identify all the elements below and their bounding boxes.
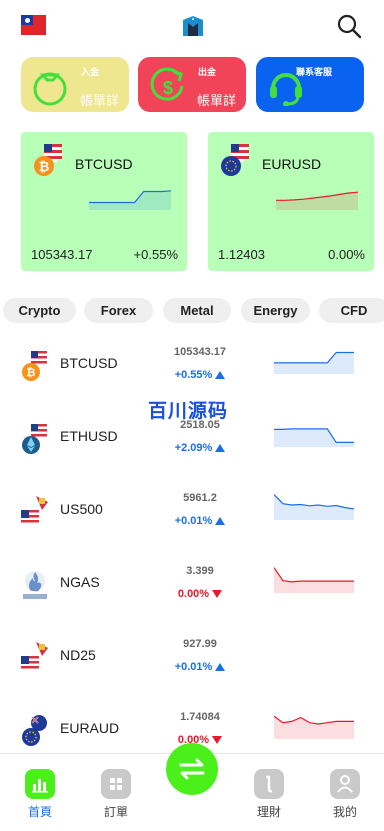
- finance-icon: [254, 769, 284, 799]
- up-triangle-icon: [215, 663, 226, 672]
- svg-text:₿: ₿: [27, 367, 36, 379]
- market-sparkline: [274, 351, 354, 374]
- deposit-subtitle: 帳單詳情: [80, 93, 120, 108]
- btc-usd-icon: ₿: [22, 350, 47, 381]
- up-triangle-icon: [215, 517, 226, 526]
- btc-usd-icon: ₿: [34, 144, 62, 176]
- featured-card-eurusd[interactable]: EURUSD 1.12403 0.00%: [208, 132, 374, 271]
- featured-change: +0.55%: [133, 247, 178, 262]
- market-change: +0.01%: [150, 661, 250, 673]
- customer-service-card[interactable]: 聯系客服: [256, 57, 364, 112]
- nav-home[interactable]: 首頁: [20, 769, 60, 820]
- market-symbol: BTCUSD: [60, 355, 118, 371]
- market-symbol: ND25: [60, 647, 96, 663]
- market-change: +0.55%: [150, 369, 250, 381]
- sparkline-area: [274, 428, 354, 447]
- sparkline-area: [89, 190, 171, 210]
- withdraw-dollar-icon: $: [150, 67, 184, 101]
- watermark-text: 百川源码: [148, 401, 229, 422]
- nav-profile[interactable]: 我的: [325, 769, 365, 820]
- deposit-card[interactable]: 入金 帳單詳情: [21, 57, 129, 112]
- eth-usd-icon: [22, 423, 47, 454]
- home-chart-icon: [25, 769, 55, 799]
- sparkline-line: [274, 567, 354, 583]
- svg-text:$: $: [163, 78, 173, 98]
- market-change: +0.01%: [150, 515, 250, 527]
- eur-aud-icon: [22, 715, 47, 746]
- us500-icon: [21, 496, 48, 527]
- featured-sparkline: [89, 190, 171, 210]
- app-header: [0, 0, 384, 52]
- nav-profile-label: 我的: [332, 805, 357, 819]
- market-symbol: NGAS: [60, 574, 100, 590]
- profile-icon: [330, 769, 360, 799]
- app-logo-icon: [183, 16, 203, 36]
- market-row-ngas[interactable]: NGAS 3.399 0.00%: [0, 549, 384, 623]
- market-row-nd25[interactable]: ND25 927.99 +0.01%: [0, 622, 384, 696]
- search-icon[interactable]: [336, 13, 362, 39]
- market-row-us500[interactable]: US500 5961.2 +0.01%: [0, 476, 384, 550]
- market-sparkline: [274, 715, 354, 739]
- deposit-bag-icon: [33, 72, 67, 106]
- market-price: 5961.2: [183, 492, 217, 504]
- market-price: 927.99: [183, 638, 217, 650]
- tab-metal[interactable]: Metal: [163, 298, 231, 323]
- nav-home-label: 首頁: [27, 805, 52, 819]
- tab-cfd[interactable]: CFD: [319, 298, 384, 323]
- up-triangle-icon: [215, 371, 226, 380]
- withdraw-subtitle: 帳單詳情: [197, 93, 237, 108]
- tab-forex[interactable]: Forex: [84, 298, 153, 323]
- featured-sparkline: [276, 191, 358, 210]
- ngas-icon: [23, 571, 47, 599]
- featured-price: 1.12403: [218, 247, 265, 262]
- svg-text:₿: ₿: [39, 159, 50, 174]
- withdraw-card[interactable]: $ 出金 帳單詳情: [138, 57, 246, 112]
- taiwan-flag-icon[interactable]: [21, 15, 46, 35]
- market-price: 3.399: [186, 565, 214, 577]
- featured-symbol: BTCUSD: [75, 156, 133, 172]
- eur-usd-icon: [221, 144, 249, 176]
- nav-orders-label: 訂單: [103, 805, 128, 819]
- down-triangle-icon: [212, 590, 223, 599]
- tab-crypto[interactable]: Crypto: [3, 298, 76, 323]
- nav-finance[interactable]: 理財: [249, 769, 289, 820]
- tab-energy[interactable]: Energy: [241, 298, 310, 323]
- market-price: 105343.17: [174, 346, 226, 358]
- market-symbol: EURAUD: [60, 720, 120, 736]
- featured-change: 0.00%: [328, 247, 365, 262]
- market-row-btcusd[interactable]: ₿ BTCUSD 105343.17 +0.55%: [0, 330, 384, 404]
- customer-service-title: 聯系客服: [296, 67, 333, 77]
- market-price: 1.74084: [180, 711, 220, 723]
- nav-orders[interactable]: 訂單: [96, 769, 136, 820]
- sparkline-area: [274, 567, 354, 593]
- nd25-icon: [21, 642, 48, 673]
- sparkline-area: [276, 192, 358, 210]
- featured-price: 105343.17: [31, 247, 93, 262]
- market-change: 0.00%: [150, 588, 250, 600]
- up-triangle-icon: [215, 444, 226, 453]
- market-change: +2.09%: [150, 442, 250, 454]
- market-sparkline: [274, 567, 354, 593]
- market-symbol: ETHUSD: [60, 428, 118, 444]
- sparkline-area: [274, 716, 354, 739]
- featured-symbol: EURUSD: [262, 156, 322, 172]
- trade-swap-button[interactable]: [166, 743, 218, 795]
- market-sparkline: [274, 494, 354, 520]
- featured-card-btcusd[interactable]: ₿ BTCUSD 105343.17 +0.55%: [21, 132, 187, 271]
- deposit-title: 入金: [81, 67, 100, 77]
- market-sparkline: [274, 428, 354, 447]
- orders-grid-icon: [101, 769, 131, 799]
- swap-arrows-icon: [179, 758, 205, 780]
- market-symbol: US500: [60, 501, 103, 517]
- nav-finance-label: 理財: [256, 805, 281, 819]
- withdraw-title: 出金: [198, 67, 217, 77]
